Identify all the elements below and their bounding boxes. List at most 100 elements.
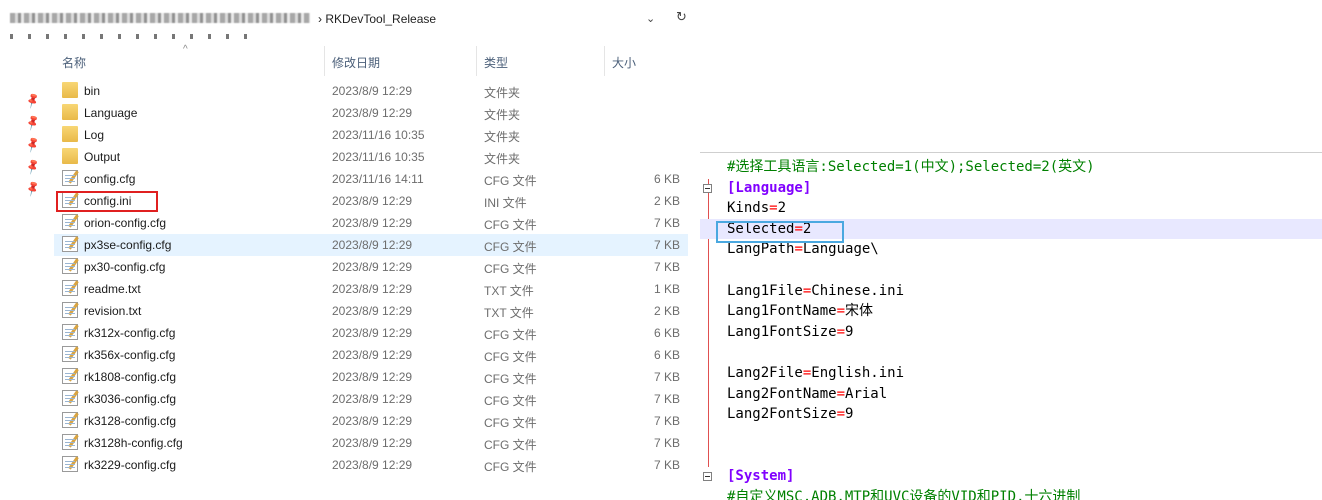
file-type: CFG 文件 xyxy=(484,350,537,364)
editor-line[interactable]: Lang2FontSize=9 xyxy=(700,404,1322,424)
editor-line[interactable]: Kinds=2 xyxy=(700,198,1322,218)
file-row[interactable]: rk1808-config.cfg 2023/8/9 12:29 CFG 文件 7 K… xyxy=(54,366,688,388)
pin-icon[interactable]: 📌 xyxy=(24,135,42,153)
equals-sign: = xyxy=(836,323,846,340)
file-name: rk3229-config.cfg xyxy=(84,458,177,472)
file-size: 7 KB xyxy=(653,260,680,274)
file-row[interactable]: rk3229-config.cfg 2023/8/9 12:29 CFG 文件 7 K… xyxy=(54,454,688,476)
address-path[interactable]: › RKDevTool_Release xyxy=(318,12,436,26)
file-row[interactable]: orion-config.cfg 2023/8/9 12:29 CFG 文件 7 KB xyxy=(54,212,688,234)
file-row[interactable]: rk312x-config.cfg 2023/8/9 12:29 CFG 文件 6 K… xyxy=(54,322,688,344)
blurred-path-strip xyxy=(10,34,250,39)
file-date: 2023/8/9 12:29 xyxy=(332,216,413,230)
file-size: 6 KB xyxy=(653,348,680,362)
chevron-down-icon[interactable]: ⌄ xyxy=(646,12,655,25)
editor-line[interactable]: [Language] xyxy=(700,178,1322,198)
file-date: 2023/8/9 12:29 xyxy=(332,84,413,98)
pencil-icon xyxy=(68,456,79,470)
file-row[interactable]: Language 2023/8/9 12:29 文件夹 xyxy=(54,102,688,124)
file-row[interactable]: Output 2023/11/16 10:35 文件夹 xyxy=(54,146,688,168)
file-date: 2023/8/9 12:29 xyxy=(332,106,413,120)
highlight-box-config-ini xyxy=(56,191,158,212)
file-name: config.cfg xyxy=(84,172,136,186)
file-type: CFG 文件 xyxy=(484,416,537,430)
pencil-icon xyxy=(68,434,79,448)
ini-key: Lang1FontName xyxy=(727,303,837,320)
file-date: 2023/8/9 12:29 xyxy=(332,282,413,296)
editor-line[interactable] xyxy=(700,260,1322,280)
file-size: 6 KB xyxy=(653,172,680,186)
file-icon xyxy=(62,390,79,406)
editor-line[interactable]: #选择工具语言:Selected=1(中文);Selected=2(英文) xyxy=(700,157,1322,177)
file-row[interactable]: revision.txt 2023/8/9 12:29 TXT 文件 2 KB xyxy=(54,300,688,322)
file-type: CFG 文件 xyxy=(484,174,537,188)
file-row[interactable]: readme.txt 2023/8/9 12:29 TXT 文件 1 KB xyxy=(54,278,688,300)
column-divider[interactable] xyxy=(476,46,477,76)
pencil-icon xyxy=(68,170,79,184)
editor-line[interactable] xyxy=(700,342,1322,362)
column-name[interactable]: 名称 xyxy=(62,54,86,71)
ini-key: Lang1File xyxy=(727,282,803,299)
file-icon xyxy=(62,324,79,340)
ini-value: 9 xyxy=(845,323,854,340)
column-type[interactable]: 类型 xyxy=(484,54,508,71)
file-name: Language xyxy=(84,106,138,120)
editor-line[interactable]: Lang2FontName=Arial xyxy=(700,384,1322,404)
file-row[interactable]: rk356x-config.cfg 2023/8/9 12:29 CFG 文件 6 K… xyxy=(54,344,688,366)
fold-toggle-icon[interactable] xyxy=(703,472,712,481)
column-divider[interactable] xyxy=(324,46,325,76)
pin-icon[interactable]: 📌 xyxy=(24,179,42,197)
file-icon xyxy=(62,280,79,296)
file-row[interactable]: px30-config.cfg 2023/8/9 12:29 CFG 文件 7 KB xyxy=(54,256,688,278)
column-date[interactable]: 修改日期 xyxy=(332,54,380,71)
editor-line[interactable]: Lang2File=English.ini xyxy=(700,363,1322,383)
file-icon xyxy=(62,214,79,230)
file-date: 2023/8/9 12:29 xyxy=(332,326,413,340)
file-explorer: › RKDevTool_Release ⌄ ↻ ^ 名称 修改日期 类型 大小 … xyxy=(0,0,700,499)
file-date: 2023/8/9 12:29 xyxy=(332,194,413,208)
address-bar[interactable]: › RKDevTool_Release ⌄ ↻ xyxy=(0,8,700,39)
file-date: 2023/8/9 12:29 xyxy=(332,238,413,252)
file-size: 7 KB xyxy=(653,436,680,450)
file-icon xyxy=(62,434,79,450)
text-editor[interactable]: #选择工具语言:Selected=1(中文);Selected=2(英文) [La… xyxy=(700,152,1322,500)
file-type: 文件夹 xyxy=(484,152,521,166)
ini-key: Lang1FontSize xyxy=(727,323,837,340)
editor-line[interactable]: Lang1FontSize=9 xyxy=(700,322,1322,342)
file-row[interactable]: rk3036-config.cfg 2023/8/9 12:29 CFG 文件 7 K… xyxy=(54,388,688,410)
file-date: 2023/8/9 12:29 xyxy=(332,370,413,384)
editor-line[interactable] xyxy=(700,425,1322,445)
folder-icon xyxy=(62,148,78,164)
file-type: CFG 文件 xyxy=(484,438,537,452)
fold-toggle-icon[interactable] xyxy=(703,183,712,193)
pin-icon[interactable]: 📌 xyxy=(24,113,42,131)
editor-line[interactable]: Lang1FontName=宋体 xyxy=(700,301,1322,321)
file-row[interactable]: bin 2023/8/9 12:29 文件夹 xyxy=(54,80,688,102)
file-row[interactable]: rk3128h-config.cfg 2023/8/9 12:29 CFG 文件 7 … xyxy=(54,432,688,454)
file-name: Log xyxy=(84,128,105,142)
file-row[interactable]: config.cfg 2023/11/16 14:11 CFG 文件 6 KB xyxy=(54,168,688,190)
column-divider[interactable] xyxy=(604,46,605,76)
editor-line[interactable]: #自定义MSC,ADB,MTP和UVC设备的VID和PID,十六进制 xyxy=(700,487,1322,500)
file-icon xyxy=(62,302,79,318)
ini-value: Arial xyxy=(845,385,888,402)
pin-icon[interactable]: 📌 xyxy=(24,157,42,175)
file-date: 2023/8/9 12:29 xyxy=(332,458,413,472)
column-size[interactable]: 大小 xyxy=(612,54,636,71)
ini-key: Kinds xyxy=(727,200,770,217)
file-row[interactable]: px3se-config.cfg 2023/8/9 12:29 CFG 文件 7 KB xyxy=(54,234,688,256)
editor-line[interactable]: [System] xyxy=(700,466,1322,486)
highlight-box-selected xyxy=(716,221,844,243)
sort-caret-icon: ^ xyxy=(183,44,188,55)
editor-line[interactable] xyxy=(700,445,1322,465)
file-row[interactable]: Log 2023/11/16 10:35 文件夹 xyxy=(54,124,688,146)
equals-sign: = xyxy=(836,385,846,402)
file-size: 1 KB xyxy=(653,282,680,296)
file-row[interactable]: rk3128-config.cfg 2023/8/9 12:29 CFG 文件 7 K… xyxy=(54,410,688,432)
refresh-icon[interactable]: ↻ xyxy=(676,10,687,25)
editor-line[interactable]: Lang1File=Chinese.ini xyxy=(700,281,1322,301)
key-value: Lang2FontSize=9 xyxy=(727,404,853,424)
file-icon xyxy=(62,368,79,384)
folder-icon xyxy=(62,104,78,120)
pin-icon[interactable]: 📌 xyxy=(24,91,42,109)
